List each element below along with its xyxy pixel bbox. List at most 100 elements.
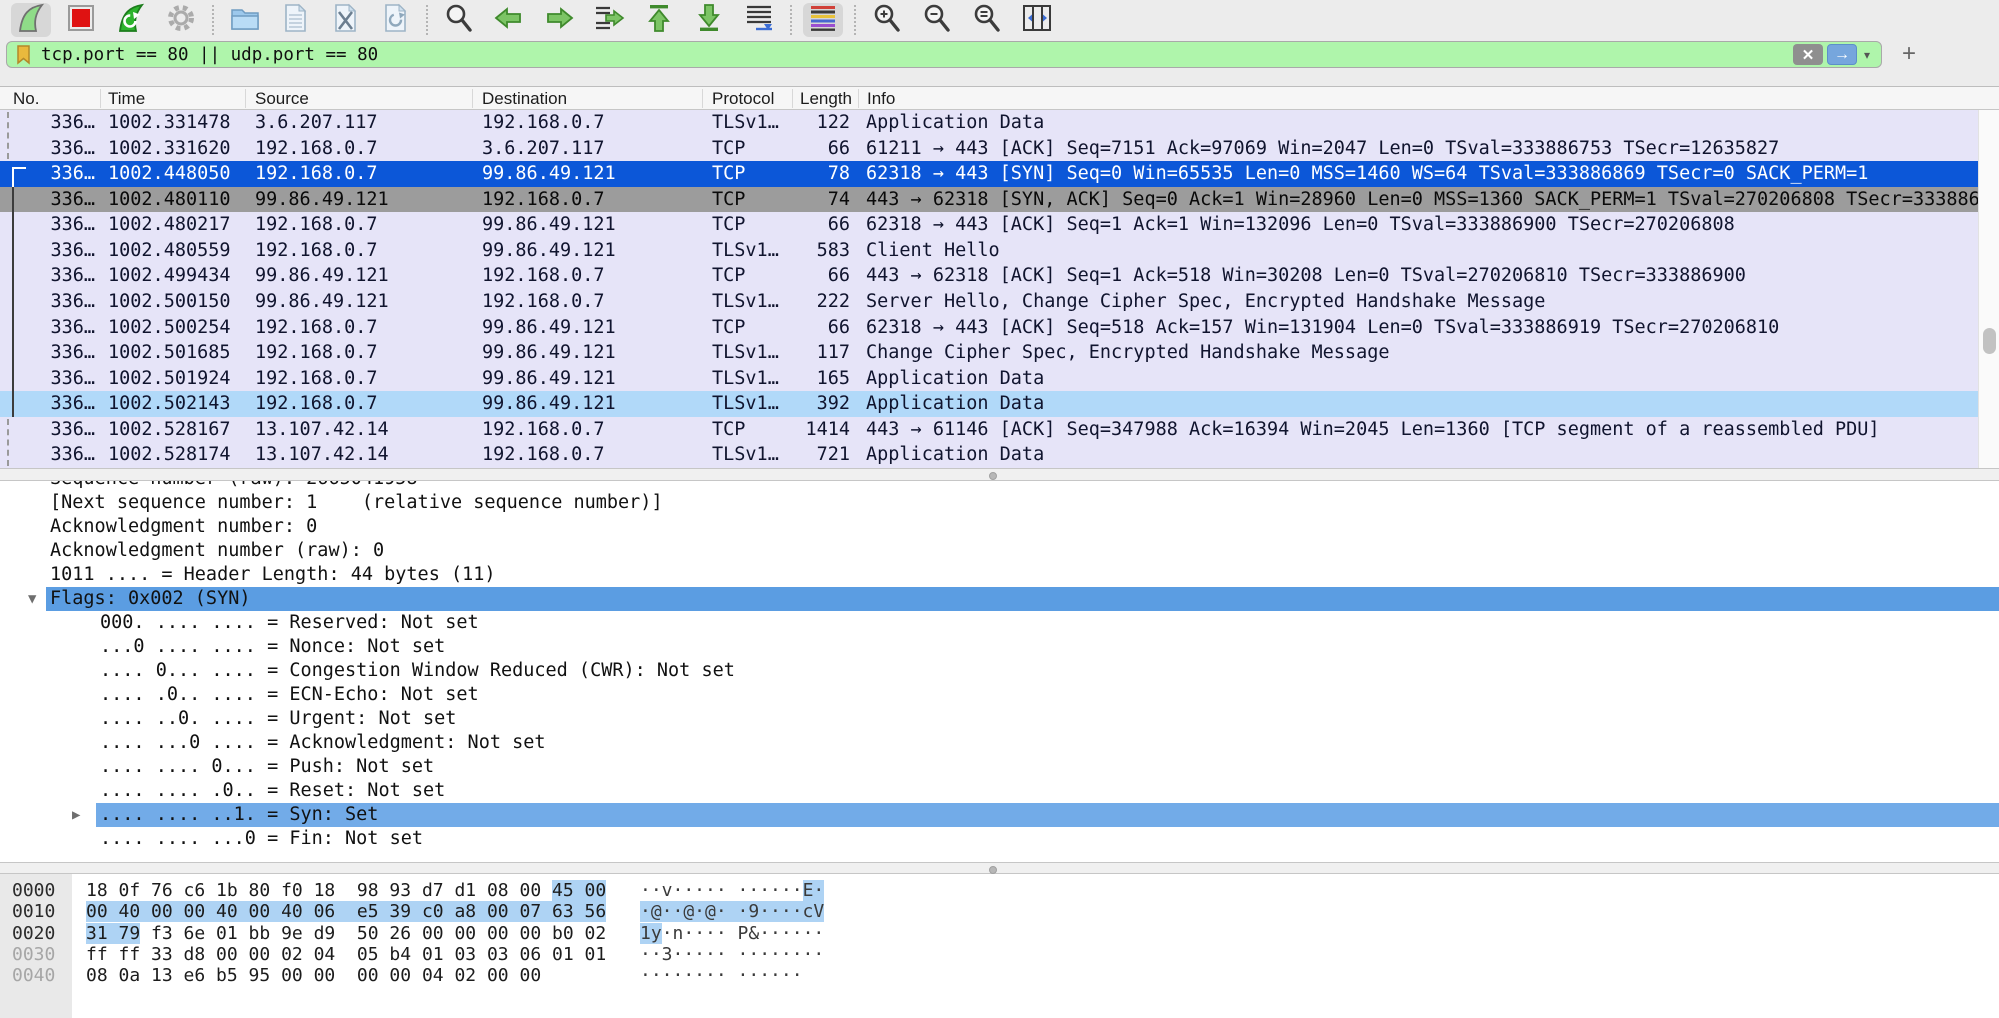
bookmark-icon[interactable]	[15, 45, 33, 65]
packet-row[interactable]: 336…1002.331620192.168.0.73.6.207.117TCP…	[0, 136, 1978, 162]
detail-line[interactable]: .... .... .0.. = Reset: Not set	[0, 779, 1999, 803]
resize-columns-button[interactable]	[1017, 3, 1057, 37]
cell-time: 1002.480110	[108, 187, 255, 213]
column-separator[interactable]	[245, 89, 246, 108]
restart-capture-button[interactable]	[111, 3, 151, 37]
hex-row[interactable]: 004008 0a 13 e6 b5 95 00 00 00 00 04 02 …	[0, 965, 1999, 986]
column-separator[interactable]	[100, 89, 101, 108]
hex-ascii: 1y·n···· P&······	[640, 923, 824, 944]
go-back-button[interactable]	[489, 3, 529, 37]
column-header-time[interactable]: Time	[108, 89, 248, 109]
cell-no: 336…	[26, 417, 95, 443]
detail-line[interactable]: Sequence number (raw): 2665041958	[0, 481, 1999, 491]
packet-row[interactable]: 336…1002.49943499.86.49.121192.168.0.7TC…	[0, 263, 1978, 289]
column-header-source[interactable]: Source	[255, 89, 475, 109]
hex-bytes-highlight: 00 40 00 00 40 00 40 06 e5 39 c0 a8 00 0…	[86, 901, 606, 922]
filter-clear-button[interactable]: ✕	[1793, 44, 1823, 65]
packet-row[interactable]: 336…1002.52816713.107.42.14192.168.0.7TC…	[0, 417, 1978, 443]
save-file-button[interactable]	[275, 3, 315, 37]
detail-line[interactable]: .... 0... .... = Congestion Window Reduc…	[0, 659, 1999, 683]
hex-row[interactable]: 002031 79 f3 6e 01 bb 9e d9 50 26 00 00 …	[0, 923, 1999, 944]
reload-file-button[interactable]	[375, 3, 415, 37]
filter-dropdown-caret[interactable]: ▾	[1857, 48, 1877, 62]
column-separator[interactable]	[472, 89, 473, 108]
detail-line[interactable]: [Next sequence number: 1 (relative seque…	[0, 491, 1999, 515]
cell-src: 192.168.0.7	[255, 366, 482, 392]
stop-capture-button[interactable]	[61, 3, 101, 37]
packet-list[interactable]: 336…1002.3314783.6.207.117192.168.0.7TLS…	[0, 110, 1978, 468]
capture-options-button[interactable]	[161, 3, 201, 37]
packet-details-pane[interactable]: Sequence number (raw): 2665041958[Next s…	[0, 481, 1999, 862]
list-details-splitter[interactable]	[0, 468, 1999, 481]
detail-line[interactable]: Acknowledgment number: 0	[0, 515, 1999, 539]
close-file-button[interactable]	[325, 3, 365, 37]
row-spacer	[850, 315, 866, 341]
packet-row[interactable]: 336…1002.50015099.86.49.121192.168.0.7TL…	[0, 289, 1978, 315]
detail-line[interactable]: .... .... 0... = Push: Not set	[0, 755, 1999, 779]
go-forward-button[interactable]	[539, 3, 579, 37]
hex-offset: 0010	[12, 901, 55, 922]
display-filter-input[interactable]	[41, 45, 1789, 65]
detail-line[interactable]: ...0 .... .... = Nonce: Not set	[0, 635, 1999, 659]
column-header-no[interactable]: No.	[13, 89, 93, 109]
detail-line[interactable]: 000. .... .... = Reserved: Not set	[0, 611, 1999, 635]
start-capture-button[interactable]	[11, 3, 51, 37]
filter-apply-button[interactable]: →	[1827, 44, 1857, 65]
go-to-packet-button[interactable]	[589, 3, 629, 37]
zoom-out-button[interactable]	[917, 3, 957, 37]
packet-row[interactable]: 336…1002.3314783.6.207.117192.168.0.7TLS…	[0, 110, 1978, 136]
find-packet-button[interactable]	[439, 3, 479, 37]
zoom-reset-button[interactable]	[967, 3, 1007, 37]
details-bytes-splitter[interactable]	[0, 862, 1999, 874]
packet-list-header[interactable]: No. Time Source Destination Protocol Length In…	[0, 86, 1999, 110]
filter-add-button[interactable]: +	[1896, 41, 1922, 68]
detail-line[interactable]: ▼Flags: 0x002 (SYN)	[0, 587, 1999, 611]
go-back-icon	[492, 2, 526, 39]
hex-row[interactable]: 0010 00 40 00 00 40 00 40 06 e5 39 c0 a8 …	[0, 901, 1999, 922]
detail-line[interactable]: ▶ .... .... ..1. = Syn: Set	[0, 803, 1999, 827]
packet-row[interactable]: 336…1002.480217192.168.0.799.86.49.121TC…	[0, 212, 1978, 238]
packet-row[interactable]: 336…1002.501924192.168.0.799.86.49.121TL…	[0, 366, 1978, 392]
packet-bytes-pane[interactable]: 000018 0f 76 c6 1b 80 f0 18 98 93 d7 d1 …	[0, 874, 1999, 1018]
expand-closed-icon[interactable]: ▶	[72, 803, 80, 827]
scrollbar-thumb[interactable]	[1983, 328, 1996, 354]
hex-row[interactable]: 000018 0f 76 c6 1b 80 f0 18 98 93 d7 d1 …	[0, 880, 1999, 901]
packet-row[interactable]: 336…1002.500254192.168.0.799.86.49.121TC…	[0, 315, 1978, 341]
packet-row[interactable]: 336…1002.48011099.86.49.121192.168.0.7TC…	[0, 187, 1978, 213]
cell-info: 443 → 61146 [ACK] Seq=347988 Ack=16394 W…	[866, 417, 1978, 443]
detail-line[interactable]: .... ...0 .... = Acknowledgment: Not set	[0, 731, 1999, 755]
packet-row[interactable]: 336…1002.502143192.168.0.799.86.49.121TL…	[0, 391, 1978, 417]
row-spacer	[850, 391, 866, 417]
column-header-destination[interactable]: Destination	[482, 89, 702, 109]
packet-row[interactable]: 336…1002.448050192.168.0.799.86.49.121TC…	[0, 161, 1978, 187]
display-filter-bar[interactable]: ✕ → ▾	[6, 41, 1882, 68]
column-separator[interactable]	[792, 89, 793, 108]
column-separator[interactable]	[858, 89, 859, 108]
detail-line[interactable]: 1011 .... = Header Length: 44 bytes (11)	[0, 563, 1999, 587]
zoom-in-button[interactable]	[867, 3, 907, 37]
go-first-button[interactable]	[639, 3, 679, 37]
detail-line[interactable]: Acknowledgment number (raw): 0	[0, 539, 1999, 563]
main-toolbar	[0, 0, 1999, 40]
packet-row[interactable]: 336…1002.52817413.107.42.14192.168.0.7TL…	[0, 442, 1978, 468]
go-first-icon	[642, 2, 676, 39]
detail-text: .... .... ..1. = Syn: Set	[100, 803, 378, 827]
colorize-button[interactable]	[803, 3, 843, 37]
expand-open-icon[interactable]: ▼	[28, 587, 36, 611]
cell-dst: 99.86.49.121	[482, 340, 712, 366]
auto-scroll-button[interactable]	[739, 3, 779, 37]
hex-row[interactable]: 0030ff ff 33 d8 00 00 02 04 05 b4 01 03 …	[0, 944, 1999, 965]
go-last-button[interactable]	[689, 3, 729, 37]
detail-line[interactable]: .... .... ...0 = Fin: Not set	[0, 827, 1999, 851]
packet-list-scrollbar[interactable]	[1978, 110, 1999, 468]
packet-row[interactable]: 336…1002.480559192.168.0.799.86.49.121TL…	[0, 238, 1978, 264]
detail-line[interactable]: .... .0.. .... = ECN-Echo: Not set	[0, 683, 1999, 707]
detail-line[interactable]: .... ..0. .... = Urgent: Not set	[0, 707, 1999, 731]
packet-row[interactable]: 336…1002.501685192.168.0.799.86.49.121TL…	[0, 340, 1978, 366]
column-header-protocol[interactable]: Protocol	[712, 89, 790, 109]
column-separator[interactable]	[702, 89, 703, 108]
column-header-length[interactable]: Length	[800, 89, 854, 109]
column-header-info[interactable]: Info	[867, 89, 1167, 109]
open-file-button[interactable]	[225, 3, 265, 37]
cell-proto: TLSv1…	[712, 110, 790, 136]
